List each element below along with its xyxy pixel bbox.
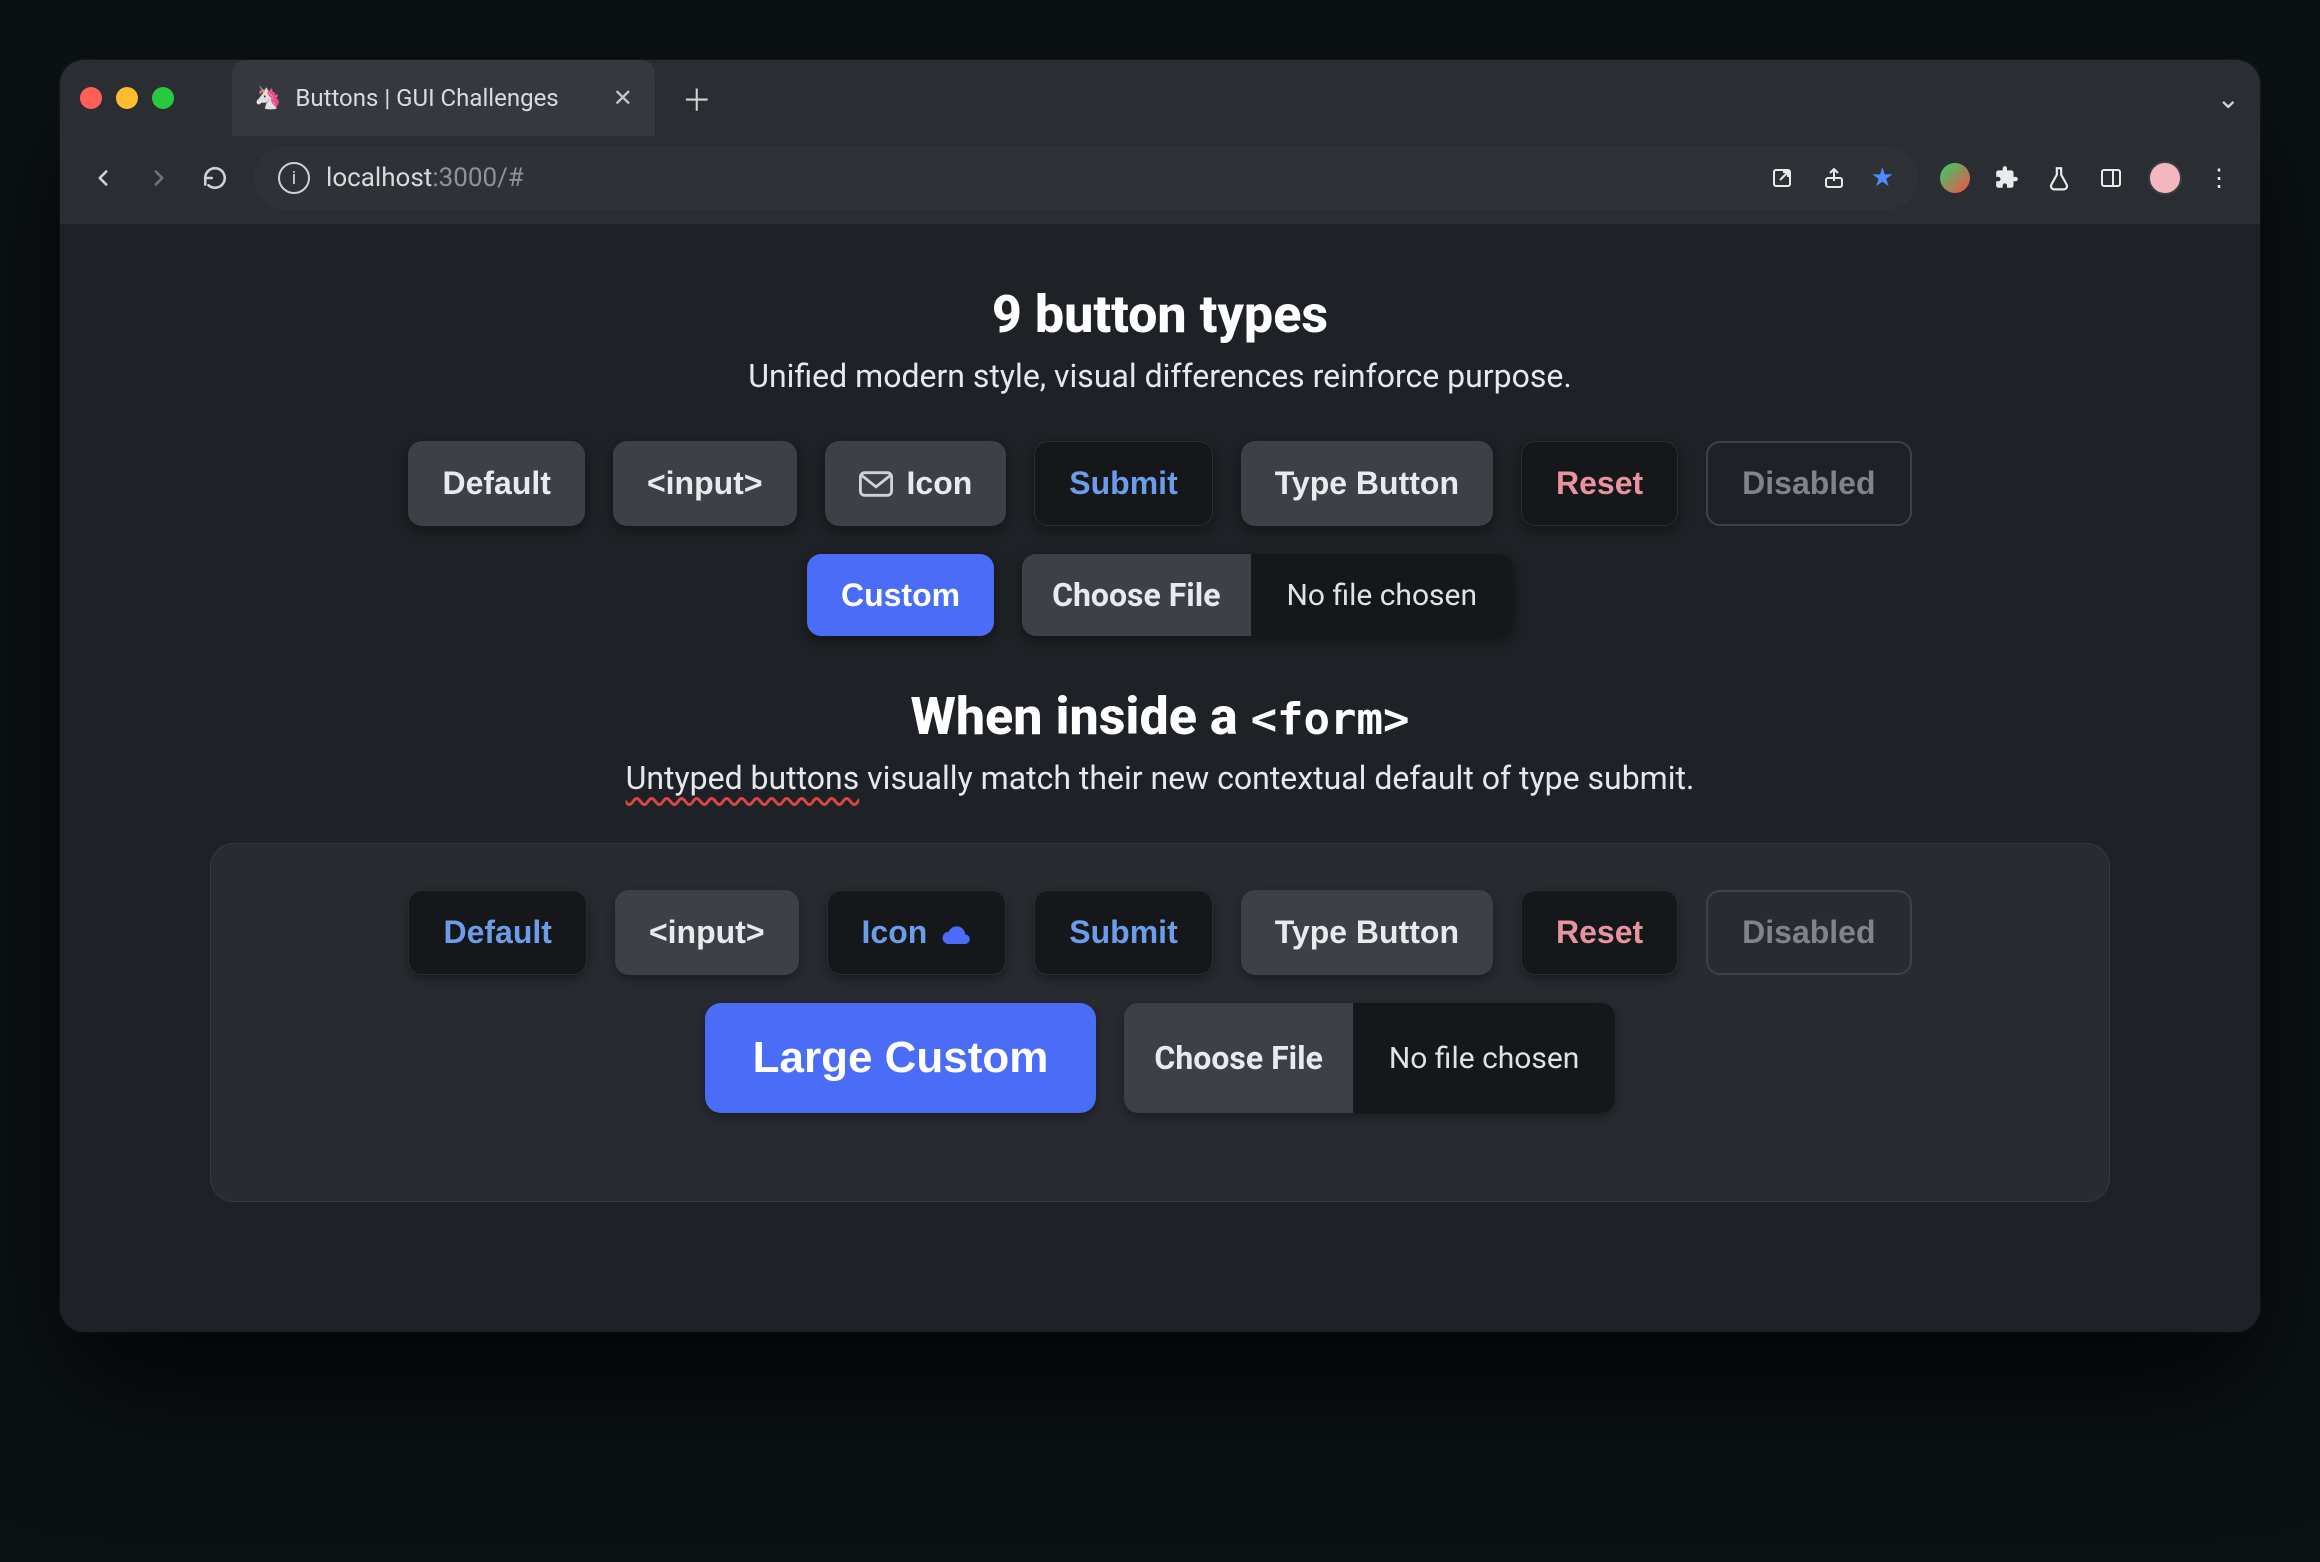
subtitle-highlight: Untyped buttons [626,759,860,797]
large-custom-button[interactable]: Large Custom [705,1003,1097,1113]
share-icon[interactable] [1819,163,1849,193]
button-label: Icon [862,914,928,951]
favicon-icon: 🦄 [254,86,281,111]
form-container: Default <input> Icon Submit Type Button … [210,843,2110,1202]
section-heading: When inside a <form> [180,686,2140,747]
titlebar: 🦄 Buttons | GUI Challenges ✕ ＋ ⌄ [60,60,2260,136]
disabled-button: Disabled [1706,890,1911,975]
form-button-row-2: Large Custom Choose File No file chosen [251,1003,2069,1113]
labs-icon[interactable] [2044,163,2074,193]
site-info-icon[interactable]: i [278,162,310,194]
form-button-row-1: Default <input> Icon Submit Type Button … [251,890,2069,975]
panel-icon[interactable] [2096,163,2126,193]
page-content: 9 button types Unified modern style, vis… [60,224,2260,1332]
icon-button[interactable]: Icon [825,441,1007,526]
custom-button[interactable]: Custom [807,554,994,636]
minimize-window-icon[interactable] [116,87,138,109]
reset-button[interactable]: Reset [1521,441,1678,526]
button-label: <input> [647,465,763,502]
cloud-icon [941,922,971,944]
choose-file-button[interactable]: Choose File [1124,1003,1352,1113]
heading-code: <form> [1251,694,1410,745]
url-text: localhost:3000/# [326,163,524,193]
url-path: /# [497,163,524,193]
button-label: Type Button [1275,465,1459,502]
new-tab-button[interactable]: ＋ [673,74,721,122]
disabled-button: Disabled [1706,441,1911,526]
input-button[interactable]: <input> [615,890,799,975]
file-status: No file chosen [1353,1003,1616,1113]
default-button[interactable]: Default [408,441,584,526]
tabs-overflow-icon[interactable]: ⌄ [2217,82,2240,115]
subtitle-rest: visually match their new contextual defa… [859,759,1694,797]
kebab-menu-icon[interactable]: ⋮ [2204,163,2234,193]
submit-button[interactable]: Submit [1034,441,1212,526]
mail-icon [859,471,893,497]
button-row-1: Default <input> Icon Submit Type Button … [180,441,2140,526]
button-label: <input> [649,914,765,951]
url-host: localhost [326,163,432,193]
heading-text: When inside a [910,686,1250,747]
choose-file-button[interactable]: Choose File [1022,554,1250,636]
button-label: Default [442,465,550,502]
window-controls [80,87,174,109]
input-button[interactable]: <input> [613,441,797,526]
fullscreen-window-icon[interactable] [152,87,174,109]
button-label: Disabled [1742,914,1875,951]
tab-title: Buttons | GUI Challenges [295,84,558,112]
section-form: When inside a <form> Untyped buttons vis… [180,686,2140,1202]
forward-button[interactable] [142,161,176,195]
file-status: No file chosen [1251,554,1514,636]
icon-button[interactable]: Icon [827,890,1007,975]
type-button[interactable]: Type Button [1241,890,1493,975]
type-button[interactable]: Type Button [1241,441,1493,526]
page-subtitle: Unified modern style, visual differences… [180,357,2140,395]
button-label: Submit [1069,465,1177,502]
open-external-icon[interactable] [1767,163,1797,193]
button-label: Custom [841,577,960,614]
button-label: Default [443,914,551,951]
extensions-icon[interactable] [1992,163,2022,193]
file-input[interactable]: Choose File No file chosen [1022,554,1513,636]
file-input[interactable]: Choose File No file chosen [1124,1003,1615,1113]
browser-window: 🦄 Buttons | GUI Challenges ✕ ＋ ⌄ i loc [60,60,2260,1332]
close-tab-icon[interactable]: ✕ [613,84,633,112]
button-label: Reset [1556,465,1643,502]
address-bar[interactable]: i localhost:3000/# ★ [254,146,1918,210]
button-label: Type Button [1275,914,1459,951]
reset-button[interactable]: Reset [1521,890,1678,975]
bookmark-star-icon[interactable]: ★ [1871,163,1894,193]
button-label: Icon [907,465,973,502]
page-title: 9 button types [180,284,2140,345]
toolbar: i localhost:3000/# ★ [60,136,2260,224]
profile-avatar-icon[interactable] [2148,161,2182,195]
url-port: :3000 [432,163,497,193]
button-row-2: Custom Choose File No file chosen [180,554,2140,636]
section-button-types: 9 button types Unified modern style, vis… [180,284,2140,636]
button-label: Reset [1556,914,1643,951]
browser-tab[interactable]: 🦄 Buttons | GUI Challenges ✕ [232,60,655,136]
extension-colorwheel-icon[interactable] [1940,163,1970,193]
reload-button[interactable] [198,161,232,195]
button-label: Submit [1069,914,1177,951]
button-label: Disabled [1742,465,1875,502]
section-subtitle: Untyped buttons visually match their new… [180,759,2140,797]
close-window-icon[interactable] [80,87,102,109]
back-button[interactable] [86,161,120,195]
default-button[interactable]: Default [408,890,586,975]
button-label: Large Custom [753,1033,1049,1083]
submit-button[interactable]: Submit [1034,890,1212,975]
